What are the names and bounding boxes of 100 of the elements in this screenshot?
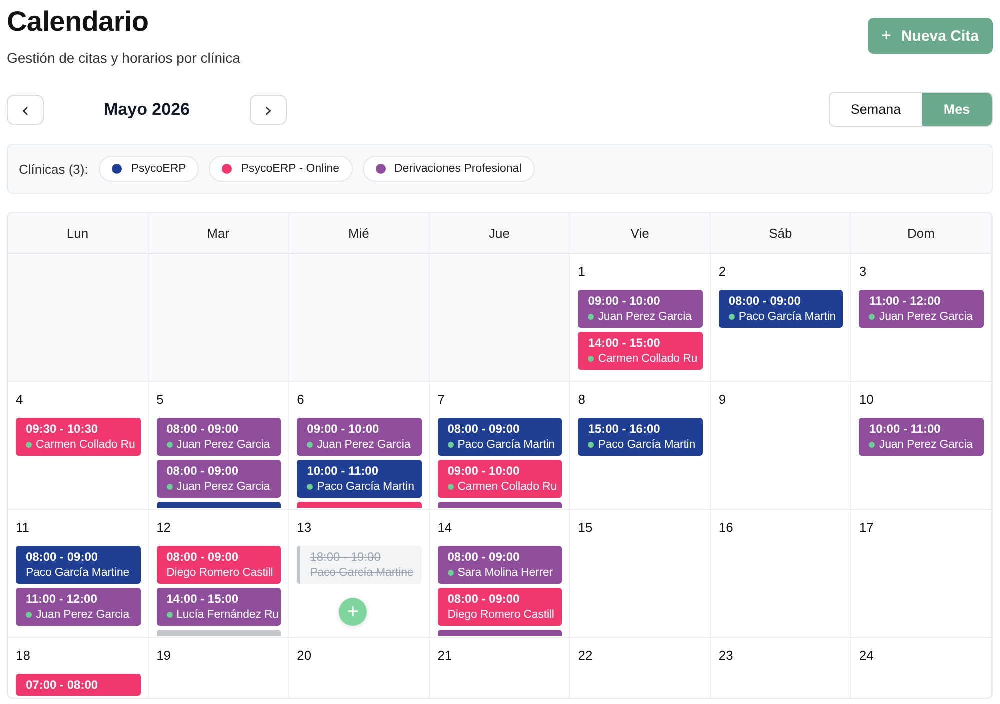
appointment-card[interactable]: 08:00 - 09:00 Paco García Martin	[438, 418, 562, 456]
day-number: 7	[438, 392, 445, 408]
day-number: 4	[16, 392, 24, 408]
appointment-card[interactable]: 15:00 - 16:00 Paco García Martin	[578, 418, 703, 456]
appointment-time: 14:00 - 15:00	[588, 336, 662, 350]
patient-name: Lucía Fernández Ru	[176, 609, 279, 621]
appointment-card[interactable]: 08:00 - 09:00 Paco García Martin	[718, 290, 844, 328]
weekday-header: Dom	[851, 213, 992, 254]
day-number: 10	[859, 392, 874, 408]
weekday-header: Mar	[148, 213, 290, 254]
appointment-time: 18:00 - 19:00	[310, 550, 382, 564]
appointment-time: 10:00 - 11:00	[307, 464, 380, 478]
patient-name: Juan Perez Garcia	[879, 439, 973, 451]
day-number: 19	[156, 648, 172, 664]
patient-name: Juan Perez Garcia	[176, 481, 270, 493]
clinic-chip[interactable]: Derivaciones Profesional	[362, 156, 535, 182]
next-month-button[interactable]: ›	[250, 94, 287, 124]
appointment-card[interactable]: 11:00 - 12:00 Juan Perez Garcia	[859, 290, 984, 328]
day-number: 24	[859, 648, 874, 664]
appointment-card[interactable]: 09:00 - 10:00 Juan Perez Garcia	[297, 418, 422, 456]
day-number: 17	[859, 520, 874, 536]
clinics-label: Clínicas (3):	[19, 162, 88, 176]
appointment-card[interactable]: 09:00 - 10:00 Carmen Collado Ru	[438, 460, 562, 498]
month-title: Mayo 2026	[103, 100, 191, 120]
appointment-time: 08:00 - 09:00	[166, 422, 240, 436]
weekday-header: Jue	[430, 213, 570, 254]
appointment-card[interactable]: 08:00 - 09:00 Paco García Martine	[16, 546, 141, 584]
appointment-time: 08:00 - 09:00	[448, 550, 521, 564]
appointment-time: 08:00 - 09:00	[728, 294, 802, 308]
patient-name: Juan Perez Garcia	[36, 609, 130, 621]
patient-name: Carmen Collado Ru	[458, 481, 557, 493]
patient-name: Juan Perez Garcia	[879, 311, 973, 323]
weekday-header: Sáb	[710, 213, 852, 254]
patient-name: Diego Romero Castill	[448, 609, 554, 621]
weekday-header: Mié	[289, 213, 430, 254]
appointment-time: 07:00 - 08:00	[26, 678, 100, 692]
patient-name: Paco García Martine	[26, 567, 130, 579]
weekday-header: Vie	[570, 213, 711, 254]
day-number: 8	[578, 392, 586, 408]
patient-name: Paco García Martin	[738, 311, 836, 323]
patient-name: Paco García Martin	[317, 481, 414, 493]
day-number: 18	[16, 648, 30, 664]
appointment-card[interactable]: 08:00 - 09:00 Juan Perez Garcia	[156, 418, 282, 456]
appointment-card[interactable]: 08:00 - 09:00 Sara Molina Herrer	[438, 546, 562, 584]
day-number: 11	[16, 520, 30, 536]
previous-month-button[interactable]: ‹	[7, 94, 44, 124]
appointment-time: 08:00 - 09:00	[166, 550, 240, 564]
day-number: 20	[297, 648, 312, 664]
day-number: 21	[438, 648, 452, 664]
appointment-card[interactable]: 09:00 - 10:00 Juan Perez Garcia	[578, 290, 703, 328]
patient-name: Paco García Martin	[458, 439, 555, 451]
page-subtitle: Gestión de citas y horarios por clínica	[7, 50, 240, 66]
appointment-time: 11:00 - 12:00	[26, 592, 98, 606]
appointment-time: 10:00 - 11:00	[869, 422, 942, 436]
appointment-time: 09:00 - 10:00	[588, 294, 662, 308]
appointment-time: 09:30 - 10:30	[26, 422, 100, 436]
page-title: Calendario	[7, 6, 150, 38]
day-number: 3	[859, 264, 867, 280]
appointment-card[interactable]: 14:00 - 15:00 Carmen Collado Ru	[578, 332, 703, 370]
patient-name: Paco García Martin	[598, 439, 696, 451]
day-number: 9	[718, 392, 726, 408]
day-number: 16	[718, 520, 734, 536]
appointment-card[interactable]: 10:00 - 11:00 Paco García Martin	[297, 460, 422, 498]
appointment-card[interactable]: 14:00 - 15:00 Lucía Fernández Ru	[156, 588, 282, 626]
day-number: 23	[718, 648, 734, 664]
appointment-time: 08:00 - 09:00	[26, 550, 100, 564]
day-number: 1	[578, 264, 586, 280]
day-number: 13	[297, 520, 312, 536]
appointment-card[interactable]: 09:30 - 10:30 Carmen Collado Ru	[16, 418, 141, 456]
appointment-card[interactable]: 11:00 - 12:00 Juan Perez Garcia	[16, 588, 141, 626]
patient-name: Carmen Collado Ru	[36, 439, 136, 451]
patient-name: Carmen Collado Ru	[598, 353, 698, 365]
patient-name: Diego Romero Castill	[166, 567, 274, 579]
clinic-chip[interactable]: PsycoERP - Online	[209, 156, 353, 182]
patient-name: Sara Molina Herrer	[458, 567, 554, 579]
appointment-card[interactable]: 08:00 - 09:00 Juan Perez Garcia	[156, 460, 282, 498]
appointment-card[interactable]: 10:00 - 11:00 Juan Perez Garcia	[859, 418, 984, 456]
day-number: 12	[156, 520, 172, 536]
appointment-time: 09:00 - 10:00	[307, 422, 380, 436]
appointment-time: 11:00 - 12:00	[869, 294, 942, 308]
patient-name: Juan Perez Garcia	[176, 439, 270, 451]
day-number: 22	[578, 648, 593, 664]
weekday-header: Lun	[8, 213, 149, 254]
appointment-time: 09:00 - 10:00	[448, 464, 521, 478]
day-number: 14	[438, 520, 452, 536]
appointment-time: 08:00 - 09:00	[448, 592, 521, 606]
patient-name: Juan Perez Garcia	[598, 311, 692, 323]
appointment-time: 08:00 - 09:00	[448, 422, 521, 436]
appointment-time: 08:00 - 09:00	[166, 464, 240, 478]
appointment-card[interactable]: 07:00 - 08:00	[16, 674, 141, 696]
clinic-chip[interactable]: PsycoERP	[99, 156, 200, 182]
appointment-card[interactable]: 08:00 - 09:00 Diego Romero Castill	[156, 546, 282, 584]
appointment-time: 14:00 - 15:00	[166, 592, 240, 606]
day-number: 2	[718, 264, 726, 280]
day-number: 5	[156, 392, 164, 408]
appointment-time: 15:00 - 16:00	[588, 422, 662, 436]
patient-name: Paco García Martine	[310, 567, 414, 579]
appointment-card[interactable]: 08:00 - 09:00 Diego Romero Castill	[438, 588, 562, 626]
patient-name: Juan Perez Garcia	[317, 439, 411, 451]
day-number: 6	[297, 392, 304, 408]
